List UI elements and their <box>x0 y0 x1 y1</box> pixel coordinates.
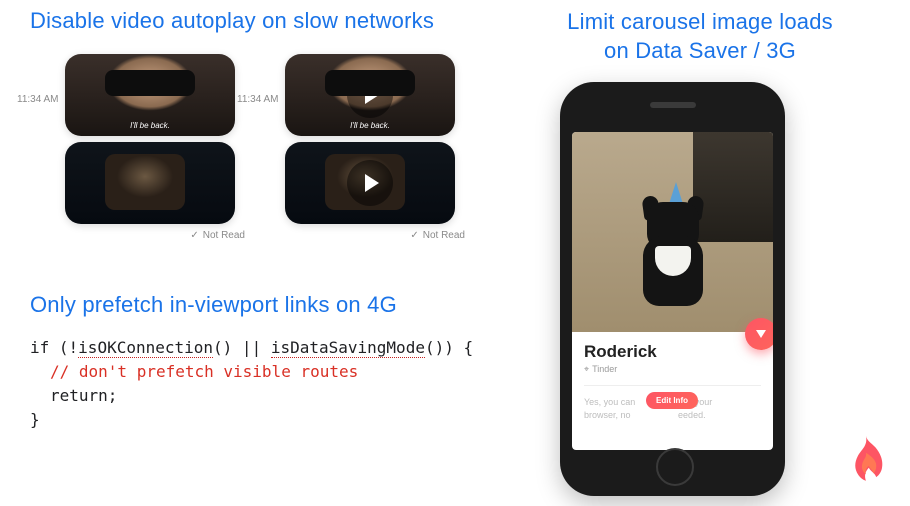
video-message: I'll be back. <box>65 54 235 136</box>
read-status: ✓ Not Read <box>285 230 465 241</box>
profile-name: Roderick <box>584 342 761 362</box>
heading-carousel: Limit carousel image loads on Data Saver… <box>500 8 900 65</box>
code-text: ; <box>108 386 118 405</box>
code-snippet: if (!isOKConnection() || isDataSavingMod… <box>30 336 500 432</box>
phone-mockup: Roderick ⌖Tinder Yes, you can Edit Info … <box>560 82 785 496</box>
video-message <box>285 142 455 224</box>
heading-carousel-line2: on Data Saver / 3G <box>604 38 796 63</box>
blurb-text: eeded. <box>678 410 706 420</box>
code-text: (! <box>49 338 78 357</box>
timestamp-label: 11:34 AM <box>237 94 279 105</box>
code-fn-isdatasavingmode: isDataSavingMode <box>271 338 425 358</box>
read-status-label: Not Read <box>423 230 465 241</box>
blurb-text: Yes, you can <box>584 397 635 407</box>
profile-blurb: Yes, you can Edit Info in your browser, … <box>584 396 761 421</box>
chat-comparison: 11:34 AM I'll be back. ✓Not Read 11:34 A… <box>30 54 500 241</box>
play-icon[interactable] <box>347 72 393 118</box>
chat-column-autoplay: 11:34 AM I'll be back. ✓Not Read <box>65 54 245 241</box>
edit-info-button[interactable]: Edit Info <box>646 392 698 409</box>
profile-subtitle-text: Tinder <box>592 364 617 374</box>
play-icon[interactable] <box>347 160 393 206</box>
section-autoplay: Disable video autoplay on slow networks … <box>30 8 500 241</box>
code-text: } <box>30 410 40 429</box>
divider <box>584 385 761 386</box>
pin-icon: ⌖ <box>584 364 589 375</box>
download-fab-icon[interactable] <box>745 318 773 350</box>
blurb-text: browser, no <box>584 410 631 420</box>
chat-column-no-autoplay: 11:34 AM I'll be back. ✓Not Read <box>285 54 465 241</box>
profile-photo <box>572 132 773 332</box>
code-text: () || <box>213 338 271 357</box>
code-fn-isokconnection: isOKConnection <box>78 338 213 358</box>
heading-prefetch: Only prefetch in-viewport links on 4G <box>30 292 500 318</box>
profile-card: Roderick ⌖Tinder Yes, you can Edit Info … <box>572 332 773 421</box>
profile-subtitle: ⌖Tinder <box>584 364 761 375</box>
video-message: I'll be back. <box>285 54 455 136</box>
heading-carousel-line1: Limit carousel image loads <box>567 9 833 34</box>
code-comment: // don't prefetch visible routes <box>50 362 358 381</box>
code-text: ()) { <box>425 338 473 357</box>
code-keyword-return: return <box>50 386 108 405</box>
code-keyword-if: if <box>30 338 49 357</box>
check-icon: ✓ <box>410 230 418 241</box>
timestamp-label: 11:34 AM <box>17 94 59 105</box>
check-icon: ✓ <box>190 230 198 241</box>
video-caption: I'll be back. <box>285 121 455 130</box>
dog-image <box>625 190 721 310</box>
video-caption: I'll be back. <box>65 121 235 130</box>
read-status: ✓ Not Read <box>65 230 245 241</box>
phone-screen: Roderick ⌖Tinder Yes, you can Edit Info … <box>572 132 773 450</box>
read-status-label: Not Read <box>203 230 245 241</box>
video-message <box>65 142 235 224</box>
section-carousel: Limit carousel image loads on Data Saver… <box>500 8 900 65</box>
heading-autoplay: Disable video autoplay on slow networks <box>30 8 500 34</box>
tinder-flame-icon <box>842 436 890 492</box>
section-prefetch: Only prefetch in-viewport links on 4G if… <box>30 292 500 432</box>
